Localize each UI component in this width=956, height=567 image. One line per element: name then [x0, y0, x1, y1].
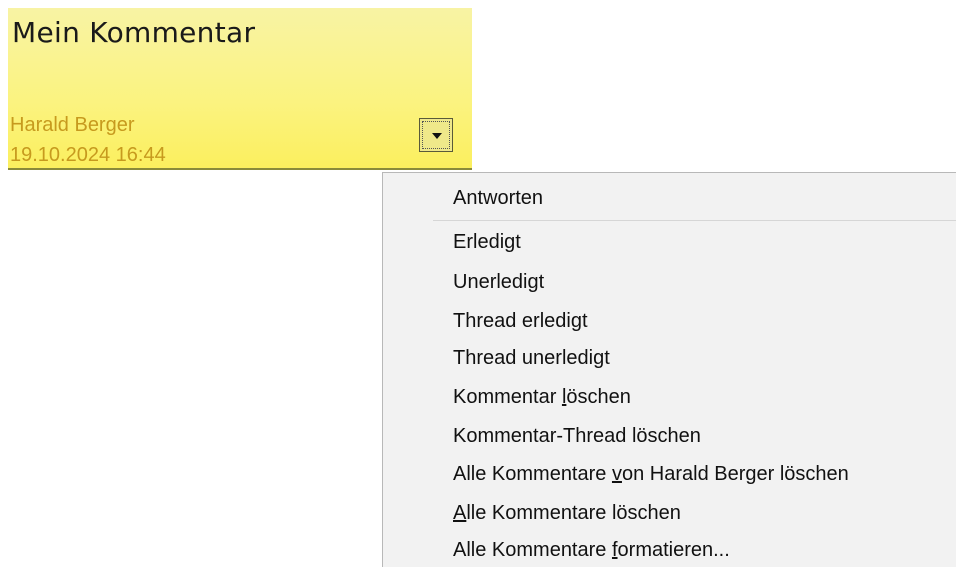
menu-item-resolve-label: Erledigt	[453, 231, 521, 253]
menu-item-delete-thread[interactable]: Kommentar-Thread löschen	[453, 425, 701, 448]
comment-date: 19.10.2024 16:44	[10, 144, 166, 166]
menu-item-delete-all-mnemonic: A	[453, 502, 467, 524]
menu-item-reply-label: Antworten	[453, 187, 544, 209]
menu-item-unresolve[interactable]: Unerledigt	[453, 271, 544, 294]
menu-item-delete-comment-label-post: öschen	[566, 386, 631, 408]
menu-item-unresolve-thread-label: Thread unerledigt	[453, 347, 610, 369]
chevron-down-icon	[432, 133, 442, 139]
menu-item-delete-by-author-label-pre: Alle Kommentare	[453, 463, 612, 485]
menu-item-format-all-label-post: ormatieren...	[617, 539, 730, 561]
comment-menu-button[interactable]	[419, 118, 453, 152]
menu-item-delete-by-author-mnemonic: v	[611, 463, 622, 485]
menu-item-delete-all-label-post: lle Kommentare löschen	[466, 502, 681, 524]
menu-item-delete-comment-label-pre: Kommentar	[453, 386, 562, 408]
comment-note[interactable]: Mein Kommentar Harald Berger 19.10.2024 …	[8, 8, 472, 170]
menu-item-delete-by-author[interactable]: Alle Kommentare von Harald Berger lösche…	[453, 463, 849, 486]
menu-item-resolve-thread-label: Thread erledigt	[453, 310, 588, 332]
menu-item-delete-all[interactable]: Alle Kommentare löschen	[453, 502, 681, 525]
menu-item-delete-comment[interactable]: Kommentar löschen	[453, 386, 631, 409]
menu-item-format-all-label-pre: Alle Kommentare	[453, 539, 612, 561]
menu-item-unresolve-thread[interactable]: Thread unerledigt	[453, 347, 610, 370]
menu-separator	[433, 220, 956, 221]
menu-item-resolve-thread[interactable]: Thread erledigt	[453, 310, 588, 333]
menu-item-delete-thread-label: Kommentar-Thread löschen	[453, 425, 701, 447]
comment-author: Harald Berger	[10, 114, 135, 136]
context-menu: Antworten Erledigt Unerledigt Thread erl…	[382, 172, 956, 567]
menu-item-reply[interactable]: Antworten	[453, 187, 543, 210]
menu-item-resolve[interactable]: Erledigt	[453, 231, 521, 254]
menu-item-unresolve-label: Unerledigt	[453, 271, 545, 293]
page: Mein Kommentar Harald Berger 19.10.2024 …	[0, 0, 956, 567]
menu-item-format-all[interactable]: Alle Kommentare formatieren...	[453, 539, 730, 562]
menu-item-delete-by-author-label-post: on Harald Berger löschen	[621, 463, 849, 485]
comment-text[interactable]: Mein Kommentar	[12, 16, 255, 49]
